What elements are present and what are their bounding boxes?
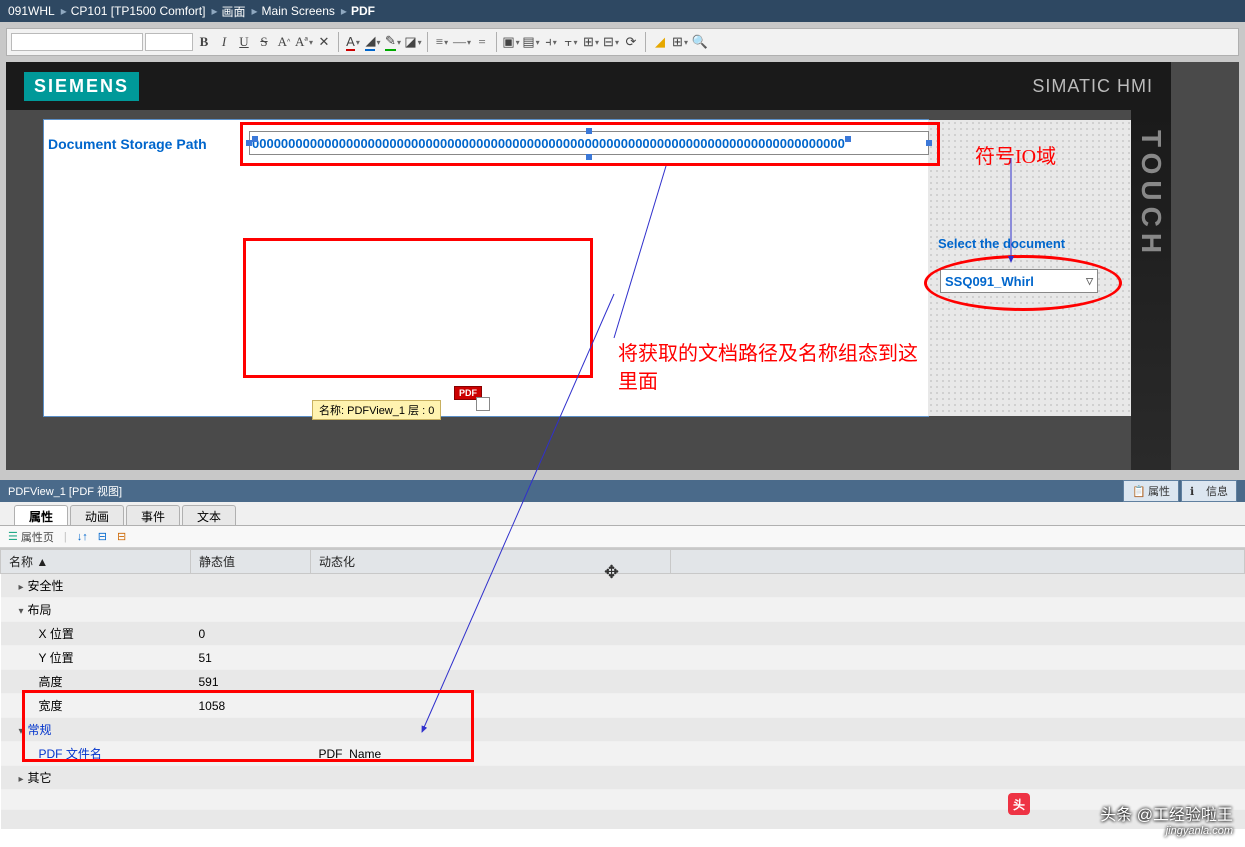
dash-button[interactable]: = <box>473 32 491 52</box>
fill-color-button[interactable]: ◢ <box>364 32 382 52</box>
siemens-logo: SIEMENS <box>24 72 139 101</box>
table-row[interactable]: 高度591 <box>1 670 1245 694</box>
table-row[interactable]: Y 位置51 <box>1 646 1245 670</box>
info-side-tab[interactable]: ℹ 信息 <box>1181 480 1237 502</box>
properties-grid-container: 名称 ▲ 静态值 动态化 安全性布局X 位置0Y 位置51高度591宽度1058… <box>0 548 1245 829</box>
superscript-button[interactable]: A^ <box>275 32 293 52</box>
col-dynamic[interactable]: 动态化 <box>311 550 671 574</box>
case-button[interactable]: Aª <box>295 32 313 52</box>
list-icon: ☰ <box>8 530 18 543</box>
strikethrough-button[interactable]: S <box>255 32 273 52</box>
bc-2[interactable]: 画面 <box>221 3 245 20</box>
rotate-button[interactable]: ⟳ <box>622 32 640 52</box>
table-row[interactable]: 其它 <box>1 766 1245 790</box>
properties-icon: 📋 <box>1132 485 1144 497</box>
simatic-label: SIMATIC HMI <box>1032 76 1153 97</box>
col-name[interactable]: 名称 ▲ <box>1 550 191 574</box>
align-obj2-button[interactable]: ⫟ <box>562 32 580 52</box>
bold-button[interactable]: B <box>195 32 213 52</box>
table-row[interactable]: 宽度1058 <box>1 694 1245 718</box>
font-size-select[interactable] <box>145 33 193 51</box>
select-doc-label: Select the document <box>938 236 1065 251</box>
properties-pane-title: PDFView_1 [PDF 视图] 📋 属性 ℹ 信息 <box>0 480 1245 502</box>
property-page-button[interactable]: ☰ 属性页 <box>8 529 54 545</box>
touch-label: TOUCH <box>1135 130 1167 259</box>
select-doc-value: SSQ091_Whirl <box>945 274 1034 289</box>
hline-button[interactable]: — <box>453 32 471 52</box>
annotation-path-note: 将获取的文档路径及名称组态到这 里面 <box>618 340 918 396</box>
table-row[interactable]: 布局 <box>1 598 1245 622</box>
bc-1[interactable]: CP101 [TP1500 Comfort] <box>71 4 206 18</box>
table-row[interactable]: X 位置0 <box>1 622 1245 646</box>
zoom-button[interactable]: 🔍 <box>691 32 709 52</box>
dist-v-button[interactable]: ⊟ <box>602 32 620 52</box>
tab-text[interactable]: 文本 <box>182 505 236 525</box>
underline-button[interactable]: U <box>235 32 253 52</box>
chevron-down-icon: ▽ <box>1086 276 1093 287</box>
pdf-icon <box>476 397 490 411</box>
properties-mini-toolbar: ☰ 属性页 | ↓↑ ⊟ ⊟ <box>0 526 1245 548</box>
col-static[interactable]: 静态值 <box>191 550 311 574</box>
tab-events[interactable]: 事件 <box>126 505 180 525</box>
clear-format-button[interactable]: ✕ <box>315 32 333 52</box>
italic-button[interactable]: I <box>215 32 233 52</box>
doc-path-label: Document Storage Path <box>48 136 207 152</box>
breadcrumb: 091WHL▸ CP101 [TP1500 Comfort]▸ 画面▸ Main… <box>0 0 1245 22</box>
bring-front-button[interactable]: ▤ <box>522 32 540 52</box>
collapse-button[interactable]: ⊟ <box>117 530 126 543</box>
bc-3[interactable]: Main Screens <box>262 4 335 18</box>
table-row[interactable]: 安全性 <box>1 574 1245 598</box>
sort-button[interactable]: ↓↑ <box>77 531 88 543</box>
font-family-select[interactable] <box>11 33 143 51</box>
shadow-button[interactable]: ◪ <box>404 32 422 52</box>
tab-properties[interactable]: 属性 <box>14 505 68 525</box>
align-left-button[interactable]: ≡ <box>433 32 451 52</box>
expand-button[interactable]: ⊟ <box>98 530 107 543</box>
table-row[interactable]: PDF 文件名PDF_Name <box>1 742 1245 766</box>
annotation-io-field: 符号IO域 <box>975 140 1056 169</box>
tab-animation[interactable]: 动画 <box>70 505 124 525</box>
bc-0[interactable]: 091WHL <box>8 4 55 18</box>
bc-4[interactable]: PDF <box>351 4 375 18</box>
properties-side-tab[interactable]: 📋 属性 <box>1123 480 1179 502</box>
touch-sidebar: TOUCH <box>1131 110 1171 470</box>
info-icon: ℹ <box>1190 485 1202 497</box>
font-color-button[interactable]: A <box>344 32 362 52</box>
properties-grid[interactable]: 名称 ▲ 静态值 动态化 安全性布局X 位置0Y 位置51高度591宽度1058… <box>0 549 1245 829</box>
table-row[interactable]: 常规 <box>1 718 1245 742</box>
dist-h-button[interactable]: ⊞ <box>582 32 600 52</box>
send-back-button[interactable]: ▣ <box>502 32 520 52</box>
selected-element-title: PDFView_1 [PDF 视图] <box>8 483 122 499</box>
line-color-button[interactable]: ✎ <box>384 32 402 52</box>
design-canvas[interactable]: SIEMENS SIMATIC HMI Document Storage Pat… <box>6 62 1239 470</box>
highlight-button[interactable]: ◢ <box>651 32 669 52</box>
grid-button[interactable]: ⊞ <box>671 32 689 52</box>
col-spacer <box>671 550 1245 574</box>
properties-tabs: 属性 动画 事件 文本 <box>0 502 1245 526</box>
formatting-toolbar: B I U S A^ Aª ✕ A ◢ ✎ ◪ ≡ — = ▣ ▤ ⫞ ⫟ ⊞ … <box>6 28 1239 56</box>
element-name-tooltip: 名称: PDFView_1 层 : 0 <box>312 400 441 420</box>
editor-workspace: B I U S A^ Aª ✕ A ◢ ✎ ◪ ≡ — = ▣ ▤ ⫞ ⫟ ⊞ … <box>0 22 1245 480</box>
toutiao-icon: 头 <box>1008 793 1030 815</box>
hmi-banner: SIEMENS SIMATIC HMI <box>6 62 1171 110</box>
align-obj-button[interactable]: ⫞ <box>542 32 560 52</box>
select-doc-dropdown[interactable]: SSQ091_Whirl ▽ <box>940 269 1098 293</box>
doc-path-field[interactable]: 0000000000000000000000000000000000000000… <box>249 131 929 155</box>
